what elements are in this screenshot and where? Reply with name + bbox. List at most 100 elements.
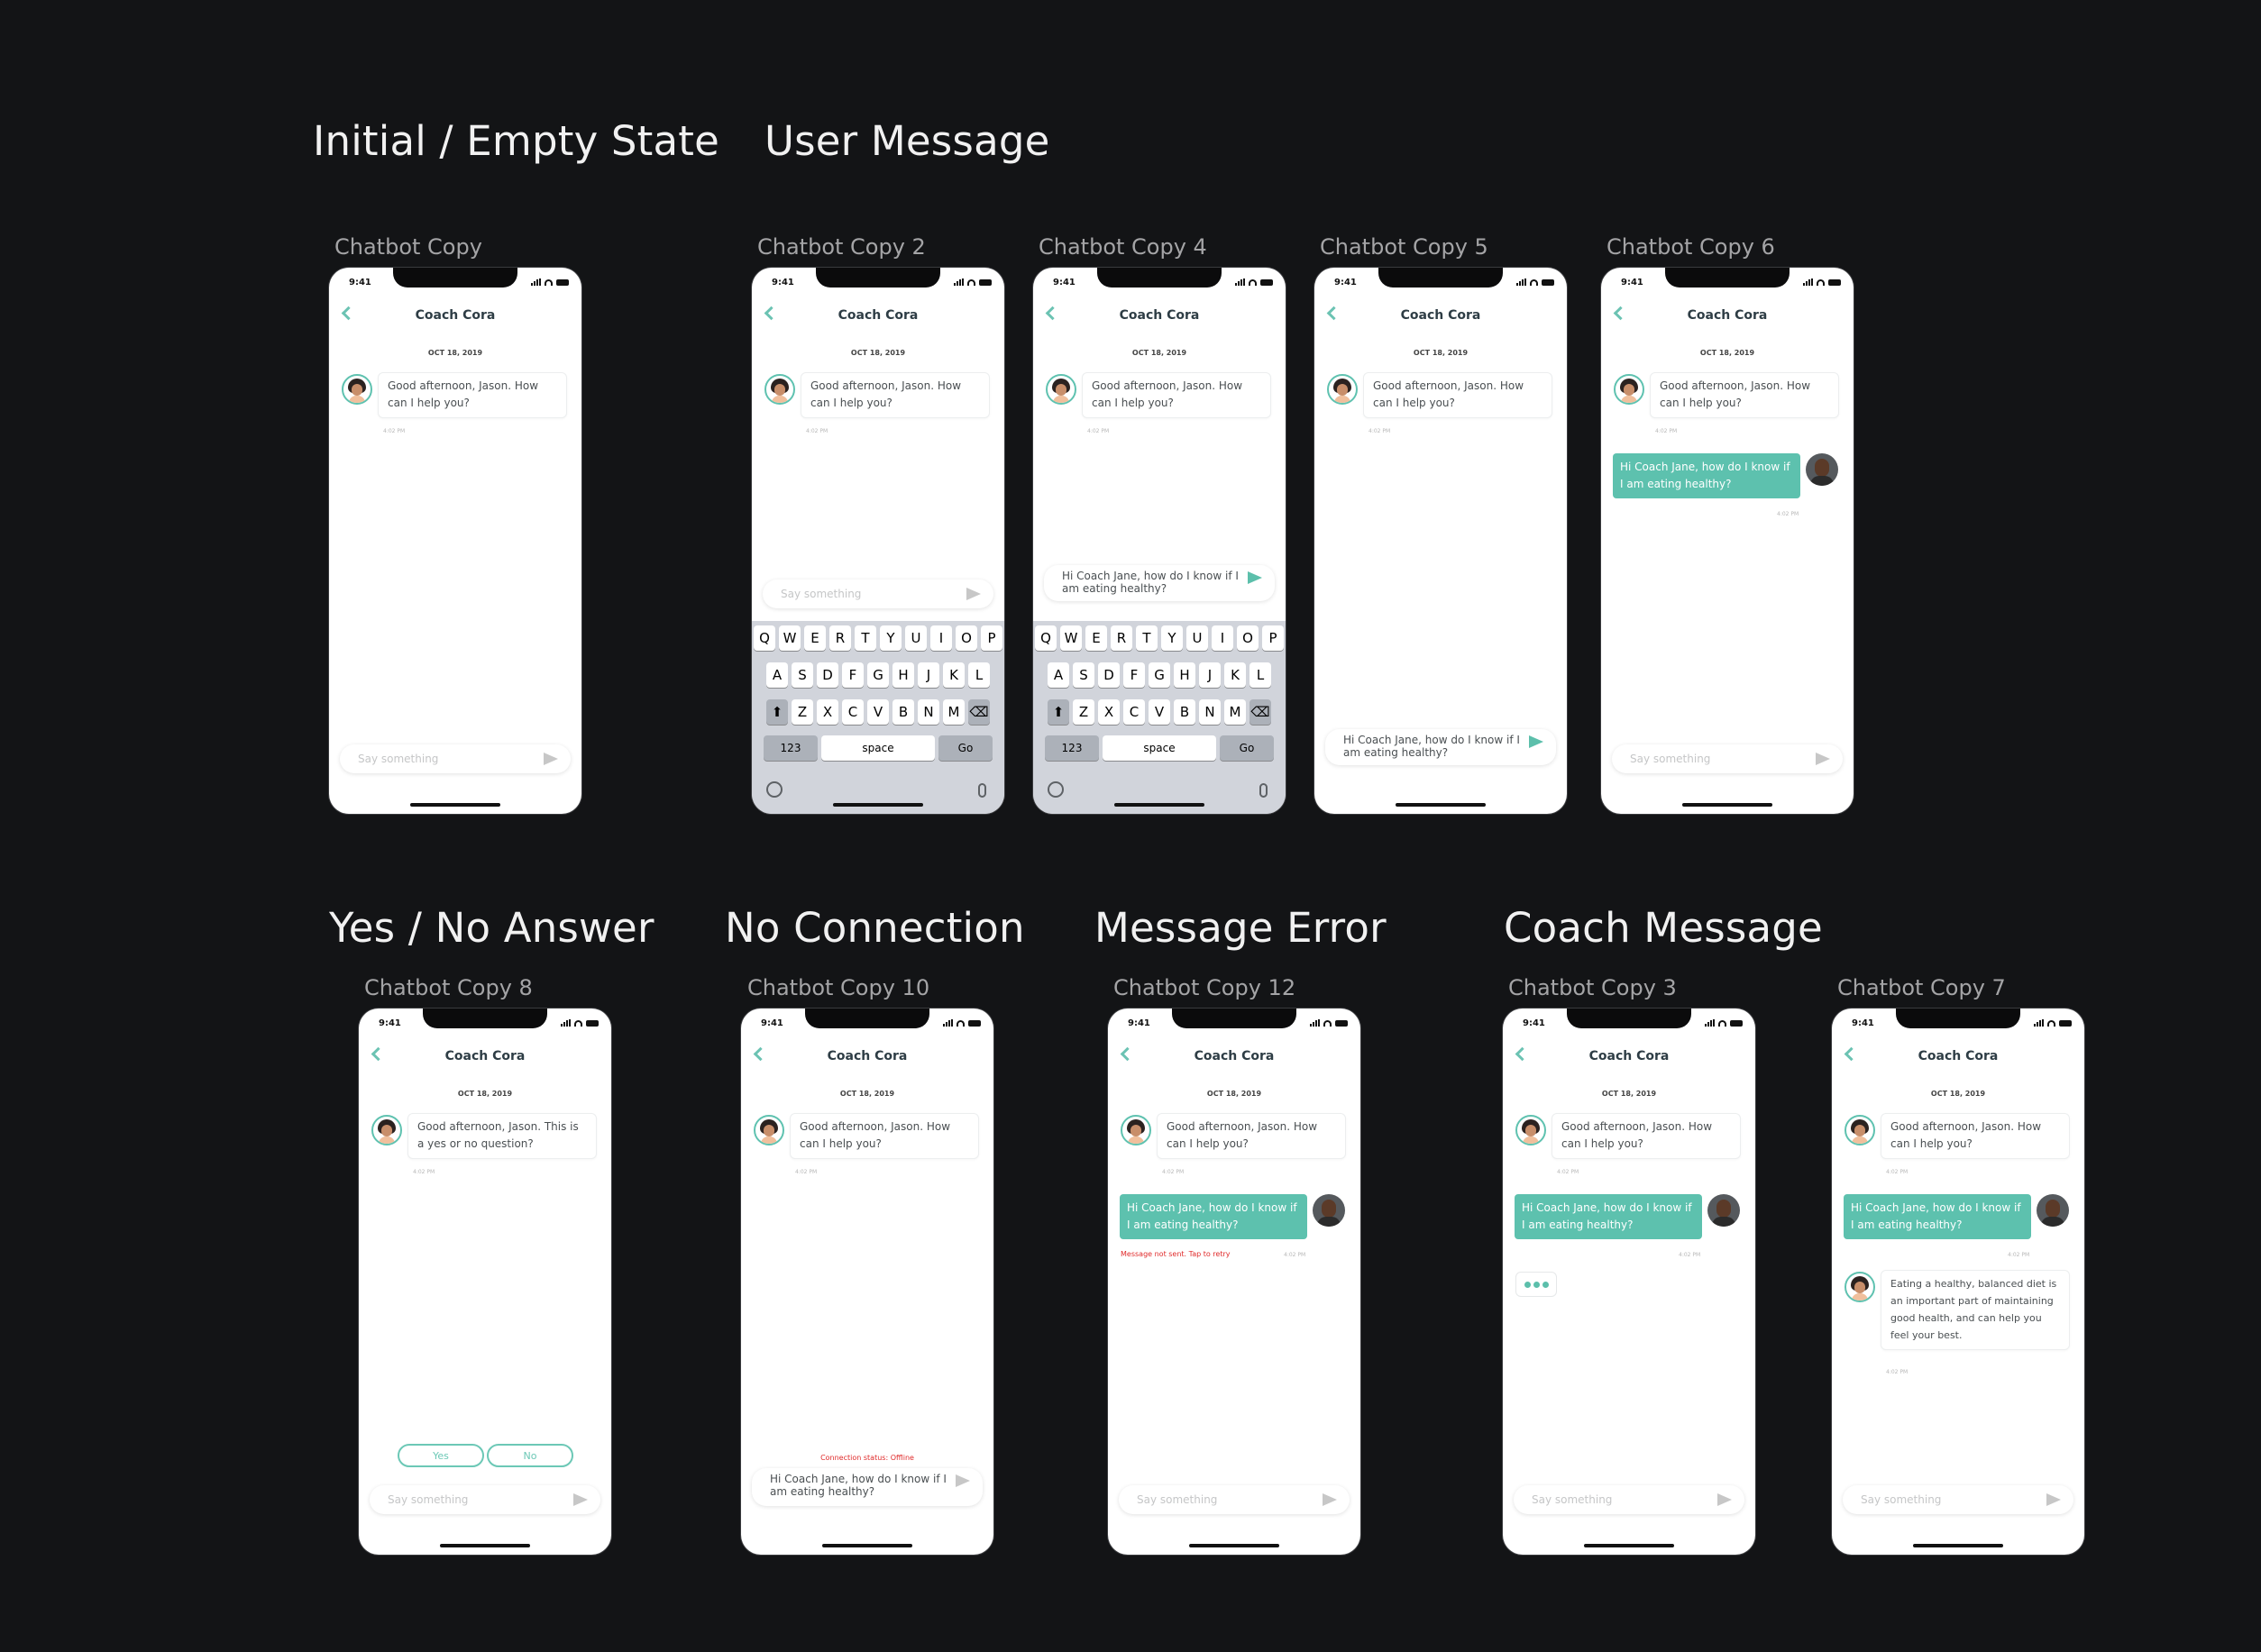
go-key[interactable]: Go	[938, 735, 993, 761]
key[interactable]: F	[842, 662, 864, 688]
key[interactable]: O	[1237, 625, 1259, 651]
key[interactable]: C	[842, 699, 864, 725]
send-icon[interactable]	[1248, 571, 1262, 584]
user-message-bubble[interactable]: Hi Coach Jane, how do I know if I am eat…	[1120, 1194, 1307, 1239]
key[interactable]: M	[943, 699, 965, 725]
key[interactable]: V	[1149, 699, 1170, 725]
signal-icon	[1235, 278, 1245, 286]
key[interactable]: N	[918, 699, 939, 725]
send-icon[interactable]	[544, 753, 558, 765]
key[interactable]: Z	[792, 699, 813, 725]
section-title-initial: Initial / Empty State	[313, 117, 720, 165]
go-key[interactable]: Go	[1220, 735, 1274, 761]
key[interactable]: X	[1098, 699, 1120, 725]
message-input[interactable]: Hi Coach Jane, how do I know if I am eat…	[1325, 729, 1556, 765]
key[interactable]: A	[1048, 662, 1069, 688]
yes-button[interactable]: Yes	[398, 1444, 484, 1467]
send-icon[interactable]	[1816, 753, 1830, 765]
send-icon[interactable]	[956, 1474, 970, 1487]
key[interactable]: R	[829, 625, 851, 651]
microphone-icon[interactable]	[1259, 783, 1268, 798]
emoji-icon[interactable]	[766, 781, 783, 798]
signal-icon	[1705, 1019, 1715, 1027]
key[interactable]: J	[918, 662, 939, 688]
message-input[interactable]: Say something	[1514, 1485, 1744, 1514]
message-input[interactable]: Say something	[1612, 744, 1843, 773]
numbers-key[interactable]: 123	[764, 735, 818, 761]
space-key[interactable]: space	[1103, 735, 1216, 761]
send-icon[interactable]	[1717, 1493, 1732, 1506]
key[interactable]: M	[1224, 699, 1246, 725]
key[interactable]: E	[804, 625, 826, 651]
key[interactable]: E	[1085, 625, 1107, 651]
key[interactable]: Y	[1161, 625, 1183, 651]
shift-key-icon[interactable]: ⬆	[766, 699, 788, 725]
key[interactable]: I	[1212, 625, 1233, 651]
shift-key-icon[interactable]: ⬆	[1048, 699, 1069, 725]
send-icon[interactable]	[1323, 1493, 1337, 1506]
message-input[interactable]: Hi Coach Jane, how do I know if I am eat…	[1044, 565, 1275, 601]
key[interactable]: Y	[880, 625, 902, 651]
key[interactable]: J	[1199, 662, 1221, 688]
key[interactable]: S	[1073, 662, 1094, 688]
numbers-key[interactable]: 123	[1045, 735, 1099, 761]
message-input[interactable]: Say something	[370, 1485, 600, 1514]
key[interactable]: B	[1174, 699, 1195, 725]
key[interactable]: L	[1250, 662, 1271, 688]
emoji-icon[interactable]	[1048, 781, 1064, 798]
key[interactable]: T	[855, 625, 876, 651]
key[interactable]: K	[943, 662, 965, 688]
key[interactable]: D	[817, 662, 838, 688]
key[interactable]: R	[1111, 625, 1132, 651]
key[interactable]: F	[1123, 662, 1145, 688]
key[interactable]: D	[1098, 662, 1120, 688]
status-icons	[1516, 278, 1554, 286]
key[interactable]: A	[766, 662, 788, 688]
key[interactable]: C	[1123, 699, 1145, 725]
key[interactable]: O	[956, 625, 977, 651]
send-icon[interactable]	[2046, 1493, 2061, 1506]
send-icon[interactable]	[573, 1493, 588, 1506]
key[interactable]: K	[1224, 662, 1246, 688]
key[interactable]: T	[1136, 625, 1158, 651]
key[interactable]: H	[1174, 662, 1195, 688]
message-input[interactable]: Say something	[1843, 1485, 2073, 1514]
key[interactable]: Q	[1035, 625, 1057, 651]
key[interactable]: U	[1186, 625, 1208, 651]
message-input[interactable]: Say something	[763, 580, 993, 608]
space-key[interactable]: space	[821, 735, 935, 761]
message-input[interactable]: Hi Coach Jane, how do I know if I am eat…	[752, 1468, 983, 1506]
key[interactable]: U	[905, 625, 927, 651]
section-title-user-message: User Message	[764, 117, 1050, 165]
input-typed-text: Hi Coach Jane, how do I know if I am eat…	[770, 1473, 947, 1498]
message-input[interactable]: Say something	[340, 744, 571, 773]
key[interactable]: L	[968, 662, 990, 688]
key[interactable]: P	[981, 625, 1002, 651]
no-button[interactable]: No	[487, 1444, 573, 1467]
key[interactable]: N	[1199, 699, 1221, 725]
key[interactable]: Q	[754, 625, 775, 651]
key[interactable]: V	[867, 699, 889, 725]
key[interactable]: Z	[1073, 699, 1094, 725]
key[interactable]: I	[930, 625, 952, 651]
microphone-icon[interactable]	[978, 783, 986, 798]
key[interactable]: B	[892, 699, 914, 725]
send-icon[interactable]	[1529, 735, 1543, 748]
key[interactable]: W	[779, 625, 801, 651]
key[interactable]: X	[817, 699, 838, 725]
backspace-key-icon[interactable]: ⌫	[1250, 699, 1271, 725]
frame-label: Chatbot Copy 5	[1320, 234, 1488, 260]
send-error-retry[interactable]: Message not sent. Tap to retry	[1121, 1250, 1231, 1258]
key[interactable]: W	[1060, 625, 1082, 651]
date-divider: OCT 18, 2019	[850, 349, 906, 357]
key[interactable]: S	[792, 662, 813, 688]
key[interactable]: P	[1262, 625, 1284, 651]
backspace-key-icon[interactable]: ⌫	[968, 699, 990, 725]
message-timestamp: 4:02 PM	[1284, 1252, 1306, 1258]
key[interactable]: G	[1149, 662, 1170, 688]
send-icon[interactable]	[966, 588, 981, 600]
user-avatar	[1806, 453, 1838, 486]
key[interactable]: H	[892, 662, 914, 688]
key[interactable]: G	[867, 662, 889, 688]
message-input[interactable]: Say something	[1119, 1485, 1350, 1514]
